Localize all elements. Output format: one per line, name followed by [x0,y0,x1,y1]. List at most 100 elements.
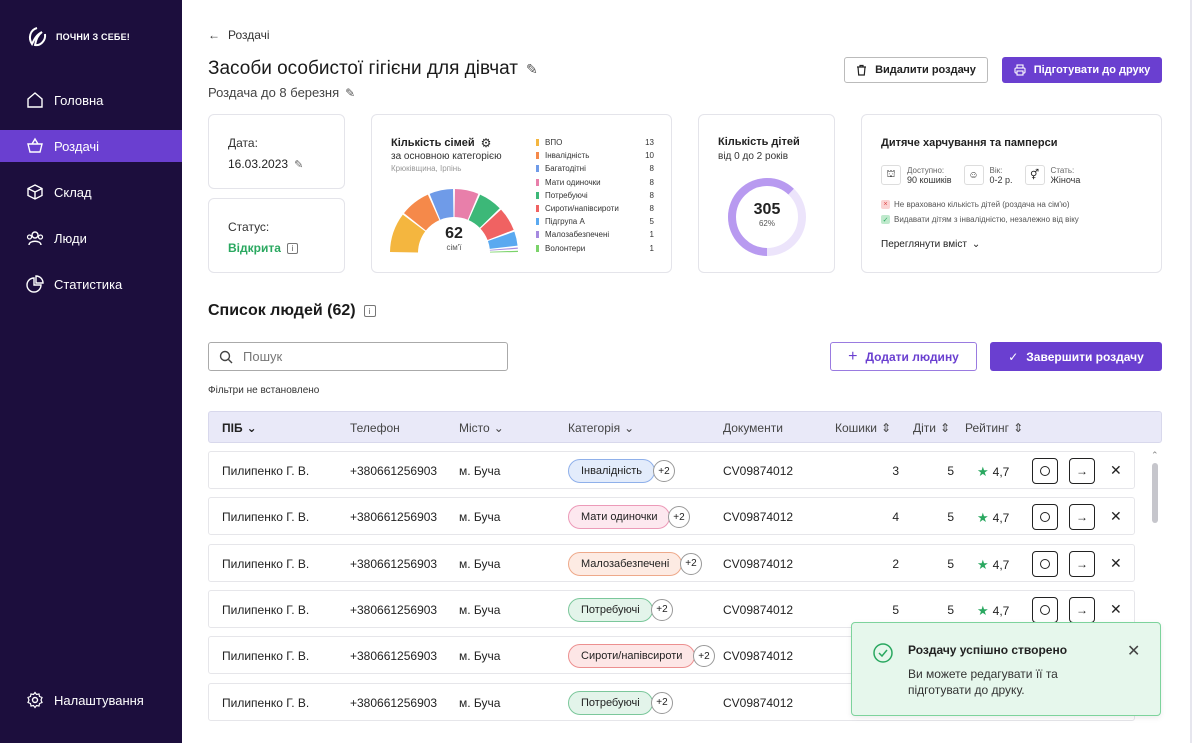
table-row[interactable]: Пилипенко Г. В. +380661256903 м. Буча Інвал… [208,451,1135,489]
more-categories-badge[interactable]: +2 [680,552,702,575]
column-city[interactable]: Місто ⌄ [459,421,504,435]
rating-value: 4,7 [992,511,1010,526]
open-person-button[interactable]: → [1069,458,1095,484]
finish-distribution-button[interactable]: ✓ Завершити роздачу [990,342,1162,371]
legend-item: Мати одиночки 8 [536,176,654,189]
column-baskets[interactable]: Кошики ⇕ [835,421,891,435]
open-person-button[interactable]: → [1069,504,1095,531]
remove-person-button[interactable]: ✕ [1110,601,1122,618]
basket-icon [27,137,43,153]
kids-count: 5 [947,510,954,525]
category-tag[interactable]: Потребуючі [568,690,653,715]
person-name: Пилипенко Г. В. [222,464,310,478]
column-rating[interactable]: Рейтинг ⇕ [965,421,1023,435]
sidebar-item-settings[interactable]: Налаштування [0,684,182,716]
more-categories-badge[interactable]: +2 [693,645,715,668]
legend-item: ВПО 13 [536,136,654,149]
more-categories-badge[interactable]: +2 [651,691,673,714]
people-icon [26,231,44,246]
more-categories-badge[interactable]: +2 [651,598,673,621]
legend-label: Інвалідність [545,151,590,161]
comment-button[interactable] [1032,458,1058,484]
age-label: Вік: [989,165,1003,175]
available-value: 90 кошиків [907,174,952,185]
edit-title-icon[interactable]: ✎ [526,61,538,78]
phone: +380661256903 [350,510,438,525]
comment-button[interactable] [1032,550,1058,577]
legend-swatch [536,165,539,173]
trash-icon [857,64,867,76]
category-tag[interactable]: Мати одиночки [568,505,671,530]
children-title: Кількість дітей [718,136,800,148]
page-title-text: Засоби особистої гігієни для дівчат [208,58,518,79]
page-subtitle: Роздача до 8 березня ✎ [208,85,355,100]
table-row[interactable]: Пилипенко Г. В. +380661256903 м. Буча Мати … [208,497,1135,536]
families-total-block: 62 сім'ї [442,225,466,252]
category-tag[interactable]: Малозабезпечені [568,551,683,576]
families-title-row: Кількість сімей ⚙ [391,136,491,150]
info-icon[interactable]: i [286,242,298,254]
baby-face-icon: ☺ [963,165,984,185]
toast-body: Ви можете редагувати її та підготувати д… [908,667,1058,697]
view-contents-link[interactable]: Переглянути вміст ⌄ [881,239,980,250]
chevron-down-icon: ⌄ [624,421,635,435]
date-card: Дата: 16.03.2023 ✎ [208,114,345,189]
edit-subtitle-icon[interactable]: ✎ [345,86,355,100]
legend-swatch [536,205,539,213]
sidebar-item-statistics[interactable]: Статистика [0,268,182,300]
sidebar-item-label: Головна [54,92,104,108]
sidebar-item-distributions[interactable]: Роздачі [0,130,182,162]
print-button[interactable]: Підготувати до друку [1002,57,1162,83]
star-icon: ★ [977,602,989,618]
kids-count: 5 [947,602,954,617]
age-value: 0-2 р. [989,174,1013,185]
comment-button[interactable] [1032,596,1058,623]
remove-person-button[interactable]: ✕ [1110,555,1122,572]
open-person-button[interactable]: → [1069,596,1095,623]
add-person-button[interactable]: + Додати людину [830,342,977,371]
people-list-title-text: Список людей (62) [208,302,356,319]
sidebar-item-people[interactable]: Люди [0,222,182,254]
column-kids[interactable]: Діти ⇕ [913,421,950,435]
sidebar-item-home[interactable]: Головна [0,84,182,116]
sidebar-item-warehouse[interactable]: Склад [0,176,182,208]
comment-button[interactable] [1032,504,1058,531]
settings-icon[interactable]: ⚙ [481,136,492,150]
arrow-right-icon: → [1076,602,1088,617]
scrollbar-thumb[interactable] [1152,463,1158,523]
legend-swatch [536,191,539,199]
open-person-button[interactable]: → [1069,550,1095,577]
star-icon: ★ [977,556,989,572]
remove-person-button[interactable]: ✕ [1110,508,1122,525]
delete-distribution-button[interactable]: Видалити роздачу [844,57,988,83]
more-categories-badge[interactable]: +2 [653,460,675,482]
search-field[interactable]: Пошук [208,342,508,371]
status-card: Статус: Відкрита i [208,198,345,273]
document-number: CV09874012 [723,649,794,664]
chevron-down-icon: ⌄ [493,421,504,435]
person-name: Пилипенко Г. В. [222,556,310,571]
category-tag[interactable]: Потребуючі [568,597,653,622]
info-icon[interactable]: i [363,305,376,317]
category-tag[interactable]: Сироти/напівсироти [568,644,696,669]
column-name[interactable]: ПІБ ⌄ [222,421,257,435]
page-subtitle-text: Роздача до 8 березня [208,85,340,100]
baskets-count: 4 [892,510,899,525]
legend-swatch [536,218,539,226]
back-link[interactable]: ← Роздачі [208,28,270,42]
column-category[interactable]: Категорія ⌄ [568,421,634,435]
table-row[interactable]: Пилипенко Г. В. +380661256903 м. Буча Малоз… [208,543,1135,582]
children-card: Кількість дітей від 0 до 2 років 305 62% [698,114,835,273]
city: м. Буча [459,556,501,571]
rating-value: 4,7 [992,465,1010,479]
edit-date-icon[interactable]: ✎ [294,158,303,171]
remove-person-button[interactable]: ✕ [1110,462,1122,479]
legend-label: Потребуючі [545,190,588,200]
category-tag[interactable]: Інвалідність [568,459,656,483]
more-categories-badge[interactable]: +2 [668,506,690,529]
age-stat: ☺ Вік: 0-2 р. [963,165,1013,185]
status-value-row: Відкрита i [228,241,298,255]
legend-value: 8 [649,164,654,174]
logo[interactable]: ПОЧНИ З СЕБЕ! [26,26,130,48]
close-icon[interactable]: ✕ [1127,641,1140,661]
